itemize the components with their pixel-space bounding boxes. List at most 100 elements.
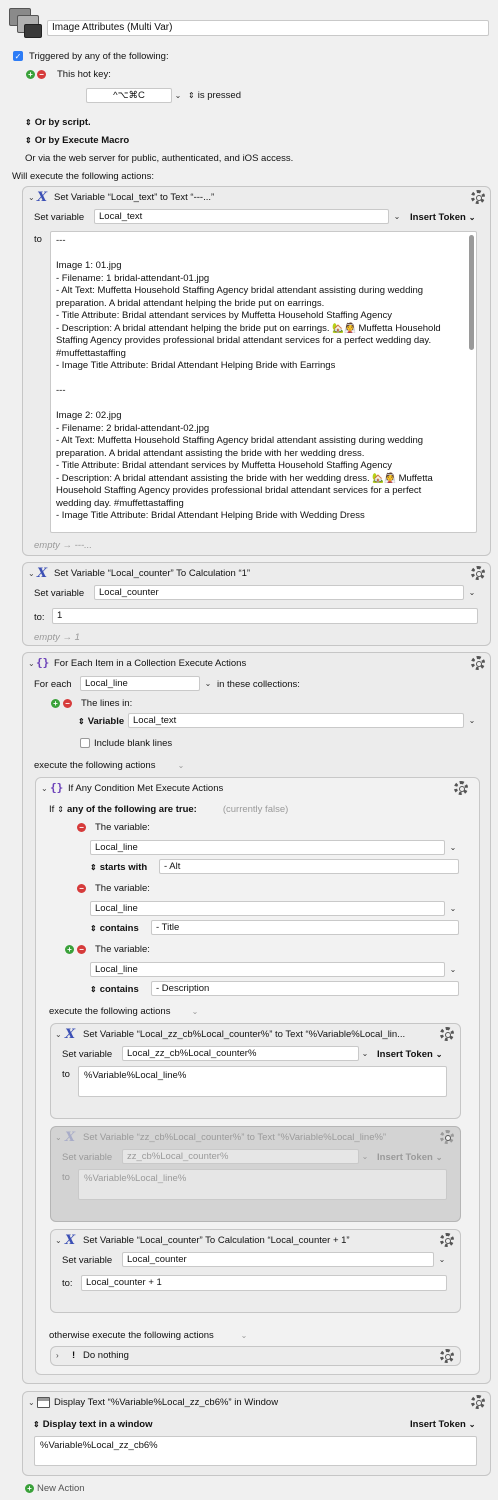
collection-type-label: Variable <box>87 716 125 727</box>
action-do-nothing[interactable]: › ! Do nothing <box>50 1346 461 1366</box>
action-set-variable-zz-cb-disabled[interactable]: ⌄ X Set Variable “zz_cb%Local_counter%” … <box>50 1126 461 1222</box>
gear-icon[interactable] <box>471 1395 485 1409</box>
action-if-any-condition[interactable]: ⌄ {} If Any Condition Met Execute Action… <box>35 777 480 1375</box>
condition-operator-select[interactable]: ⇕ contains <box>90 984 139 995</box>
chevron-down-icon[interactable]: ⌄ <box>204 679 212 689</box>
text-line: Image 1: 01.jpg <box>56 260 122 271</box>
new-action-label[interactable]: New Action <box>37 1483 85 1494</box>
hotkey-state-select[interactable]: ⇕ is pressed <box>188 90 241 101</box>
insert-token-button[interactable]: Insert Token ⌄ <box>410 212 475 223</box>
disclosure-triangle-icon[interactable]: ⌄ <box>55 1030 62 1039</box>
text-area[interactable]: %Variable%Local_line% <box>78 1169 447 1200</box>
chevron-down-icon[interactable]: ⌄ <box>361 1152 369 1162</box>
insert-token-label: Insert Token <box>377 1049 433 1060</box>
otherwise-label: otherwise execute the following actions <box>49 1330 214 1341</box>
insert-token-button[interactable]: Insert Token ⌄ <box>377 1152 442 1163</box>
disclosure-triangle-icon[interactable]: ⌄ <box>28 193 35 202</box>
disclosure-triangle-icon[interactable]: ⌄ <box>28 659 35 668</box>
chevron-down-icon[interactable]: ⌄ <box>361 1049 369 1059</box>
gear-icon[interactable] <box>440 1233 454 1247</box>
add-trigger-button[interactable]: + <box>26 70 35 79</box>
disclosure-triangle-icon[interactable]: ⌄ <box>55 1236 62 1245</box>
gear-icon[interactable] <box>471 190 485 204</box>
variable-x-icon: X <box>37 190 48 205</box>
disclosure-triangle-icon[interactable]: ⌄ <box>41 784 48 793</box>
display-mode-select[interactable]: ⇕ Display text in a window <box>33 1419 153 1430</box>
gear-icon[interactable] <box>440 1130 454 1144</box>
scrollbar[interactable] <box>469 235 474 350</box>
action-set-variable-local-text[interactable]: ⌄ X Set Variable “Local_text” to Text “-… <box>22 186 491 556</box>
remove-condition-button[interactable]: − <box>77 945 86 954</box>
variable-field[interactable]: Local_zz_cb%Local_counter% <box>122 1046 359 1061</box>
chevron-down-icon[interactable]: ⌄ <box>449 843 457 853</box>
collection-variable-field[interactable]: Local_text <box>128 713 464 728</box>
chevron-down-icon[interactable]: ⌄ <box>191 1007 199 1017</box>
condition-operator-select[interactable]: ⇕ contains <box>90 923 139 934</box>
or-execute-disclosure[interactable]: ⇕ Or by Execute Macro <box>25 135 129 146</box>
updown-icon: ⇕ <box>90 924 97 933</box>
chevron-down-icon[interactable]: ⌄ <box>177 761 185 771</box>
condition-value-field[interactable]: - Alt <box>159 859 459 874</box>
new-action-button[interactable]: + <box>25 1484 34 1493</box>
variable-field[interactable]: zz_cb%Local_counter% <box>122 1149 359 1164</box>
calculation-field[interactable]: Local_counter + 1 <box>81 1275 447 1291</box>
chevron-down-icon[interactable]: ⌄ <box>393 212 401 222</box>
action-set-variable-counter-increment[interactable]: ⌄ X Set Variable “Local_counter” To Calc… <box>50 1229 461 1313</box>
gear-icon[interactable] <box>471 656 485 670</box>
condition-operator-select[interactable]: ⇕ starts with <box>90 862 147 873</box>
insert-token-button[interactable]: Insert Token ⌄ <box>377 1049 442 1060</box>
remove-collection-button[interactable]: − <box>63 699 72 708</box>
action-set-variable-local-counter[interactable]: ⌄ X Set Variable “Local_counter” To Calc… <box>22 562 491 646</box>
action-title: Do nothing <box>83 1350 129 1361</box>
chevron-down-icon[interactable]: ⌄ <box>468 588 476 598</box>
chevron-down-icon[interactable]: ⌄ <box>438 1255 446 1265</box>
disclosure-triangle-icon[interactable]: ⌄ <box>55 1133 62 1142</box>
add-collection-button[interactable]: + <box>51 699 60 708</box>
condition-variable-field[interactable]: Local_line <box>90 962 445 977</box>
remove-condition-button[interactable]: − <box>77 884 86 893</box>
gear-icon[interactable] <box>471 566 485 580</box>
collection-type-select[interactable]: ⇕ Variable <box>78 716 124 727</box>
include-blank-checkbox[interactable] <box>80 738 90 748</box>
gear-icon[interactable] <box>440 1349 454 1363</box>
if-condition-select[interactable]: If ⇕ any of the following are true: (cur… <box>49 804 288 815</box>
or-script-disclosure[interactable]: ⇕ Or by script. <box>25 117 91 128</box>
gear-icon[interactable] <box>440 1027 454 1041</box>
variable-field[interactable]: Local_counter <box>94 585 464 600</box>
condition-variable-field[interactable]: Local_line <box>90 901 445 916</box>
action-display-text[interactable]: ⌄ Display Text “%Variable%Local_zz_cb6%”… <box>22 1391 491 1476</box>
condition-value-field[interactable]: - Title <box>151 920 459 935</box>
text-area[interactable]: %Variable%Local_line% <box>78 1066 447 1097</box>
chevron-down-icon[interactable]: ⌄ <box>468 716 476 726</box>
chevron-down-icon[interactable]: ⌄ <box>174 91 182 101</box>
variable-field[interactable]: Local_counter <box>122 1252 434 1267</box>
gear-icon[interactable] <box>454 781 468 795</box>
insert-token-button[interactable]: Insert Token ⌄ <box>410 1419 475 1430</box>
macro-name-field[interactable]: Image Attributes (Multi Var) <box>47 20 489 36</box>
condition-value-field[interactable]: - Description <box>151 981 459 996</box>
chevron-down-icon[interactable]: ⌄ <box>449 904 457 914</box>
variable-x-icon: X <box>65 1027 76 1042</box>
text-area[interactable]: --- Image 1: 01.jpg - Filename: 1 bridal-… <box>50 231 477 533</box>
hotkey-field[interactable]: ^⌥⌘C <box>86 88 172 103</box>
disclosure-triangle-icon[interactable]: › <box>56 1351 59 1360</box>
disclosure-triangle-icon[interactable]: ⌄ <box>28 569 35 578</box>
chevron-down-icon[interactable]: ⌄ <box>240 1331 248 1341</box>
for-each-variable-field[interactable]: Local_line <box>80 676 200 691</box>
text-area[interactable]: %Variable%Local_zz_cb6% <box>34 1436 477 1466</box>
condition-variable-field[interactable]: Local_line <box>90 840 445 855</box>
disclosure-triangle-icon[interactable]: ⌄ <box>28 1398 35 1407</box>
updown-icon: ⇕ <box>33 1420 40 1429</box>
text-line: - Title Attribute: Bridal attendant serv… <box>56 460 393 471</box>
calculation-field[interactable]: 1 <box>52 608 478 624</box>
currently-false-label: (currently false) <box>222 804 289 815</box>
chevron-down-icon[interactable]: ⌄ <box>449 965 457 975</box>
add-condition-button[interactable]: + <box>65 945 74 954</box>
variable-field[interactable]: Local_text <box>94 209 389 224</box>
triggered-checkbox[interactable]: ✓ <box>13 51 23 61</box>
action-title: Set Variable “zz_cb%Local_counter%” to T… <box>83 1132 387 1143</box>
action-for-each[interactable]: ⌄ {} For Each Item in a Collection Execu… <box>22 652 491 1384</box>
action-set-variable-local-zz-cb[interactable]: ⌄ X Set Variable “Local_zz_cb%Local_coun… <box>50 1023 461 1119</box>
remove-trigger-button[interactable]: − <box>37 70 46 79</box>
remove-condition-button[interactable]: − <box>77 823 86 832</box>
